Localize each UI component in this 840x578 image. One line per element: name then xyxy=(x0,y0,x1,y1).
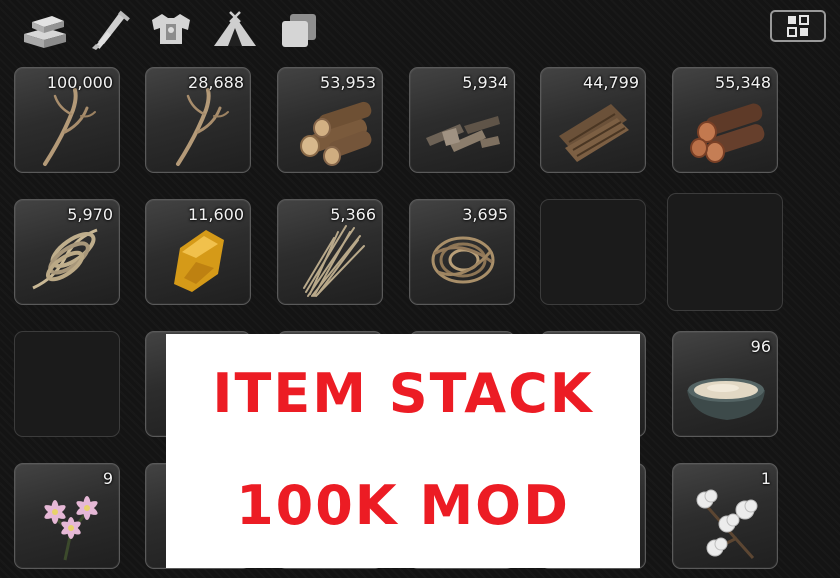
inventory-slot-paste-bowl[interactable]: 96 xyxy=(672,331,778,437)
inventory-slot-cotton[interactable]: 1 xyxy=(672,463,778,569)
mod-banner: ITEM STACK 100K MOD xyxy=(166,334,640,568)
tab-storage[interactable] xyxy=(274,8,324,52)
inventory-slot-empty[interactable] xyxy=(540,199,646,305)
inventory-slot-empty[interactable] xyxy=(667,193,783,311)
vine-bundle-icon xyxy=(431,236,495,284)
inventory-slot-logs[interactable]: 53,953 xyxy=(277,67,383,173)
inventory-slot-wood-scraps[interactable]: 5,934 xyxy=(409,67,515,173)
banner-line-2: 100K MOD xyxy=(236,474,570,537)
rope-coil-icon xyxy=(32,228,98,290)
bark-icon xyxy=(559,104,629,162)
inventory-slot-branch[interactable]: 28,688 xyxy=(145,67,251,173)
inventory-slot-flowers[interactable]: 9 xyxy=(14,463,120,569)
amber-resin-icon xyxy=(174,230,224,292)
cotton-icon xyxy=(696,489,758,559)
item-count: 100,000 xyxy=(46,73,113,92)
banner-line-1: ITEM STACK xyxy=(212,362,594,425)
tab-camp[interactable] xyxy=(210,8,260,52)
item-count: 5,970 xyxy=(67,205,113,224)
branch-icon xyxy=(176,88,229,166)
item-count: 28,688 xyxy=(188,73,244,92)
materials-stack-icon xyxy=(24,16,66,48)
weapon-sword-icon xyxy=(92,10,130,50)
tab-materials[interactable] xyxy=(20,8,70,52)
inventory-slot-empty[interactable] xyxy=(14,331,120,437)
item-count: 53,953 xyxy=(320,73,376,92)
item-count: 1 xyxy=(760,469,771,488)
inventory-slot-dry-grass[interactable]: 5,366 xyxy=(277,199,383,305)
item-count: 5,934 xyxy=(462,73,508,92)
item-count: 96 xyxy=(750,337,771,356)
inventory-slot-branch[interactable]: 100,000 xyxy=(14,67,120,173)
inventory-slot-bark[interactable]: 44,799 xyxy=(540,67,646,173)
item-count: 3,695 xyxy=(462,205,508,224)
tab-armor[interactable] xyxy=(146,8,196,52)
item-count: 11,600 xyxy=(188,205,244,224)
inventory-slot-amber-resin[interactable]: 11,600 xyxy=(145,199,251,305)
logs-icon xyxy=(300,101,372,166)
item-count: 44,799 xyxy=(583,73,639,92)
flowers-icon xyxy=(44,496,98,561)
storage-pages-icon xyxy=(282,14,316,47)
paste-bowl-icon xyxy=(687,378,765,420)
item-count: 5,366 xyxy=(330,205,376,224)
inventory-slot-vine-bundle[interactable]: 3,695 xyxy=(409,199,515,305)
armor-chest-icon xyxy=(152,14,190,44)
expand-window-icon xyxy=(787,15,809,37)
inventory-slot-rope-coil[interactable]: 5,970 xyxy=(14,199,120,305)
expand-window-button[interactable] xyxy=(770,10,826,42)
wood-scraps-icon xyxy=(426,116,500,152)
branch-icon xyxy=(43,88,96,166)
item-count: 55,348 xyxy=(715,73,771,92)
red-logs-icon xyxy=(690,103,765,163)
tab-weapons[interactable] xyxy=(88,8,138,52)
dry-grass-icon xyxy=(303,225,365,297)
inventory-slot-red-logs[interactable]: 55,348 xyxy=(672,67,778,173)
camp-tent-icon xyxy=(214,11,256,46)
item-count: 9 xyxy=(102,469,113,488)
